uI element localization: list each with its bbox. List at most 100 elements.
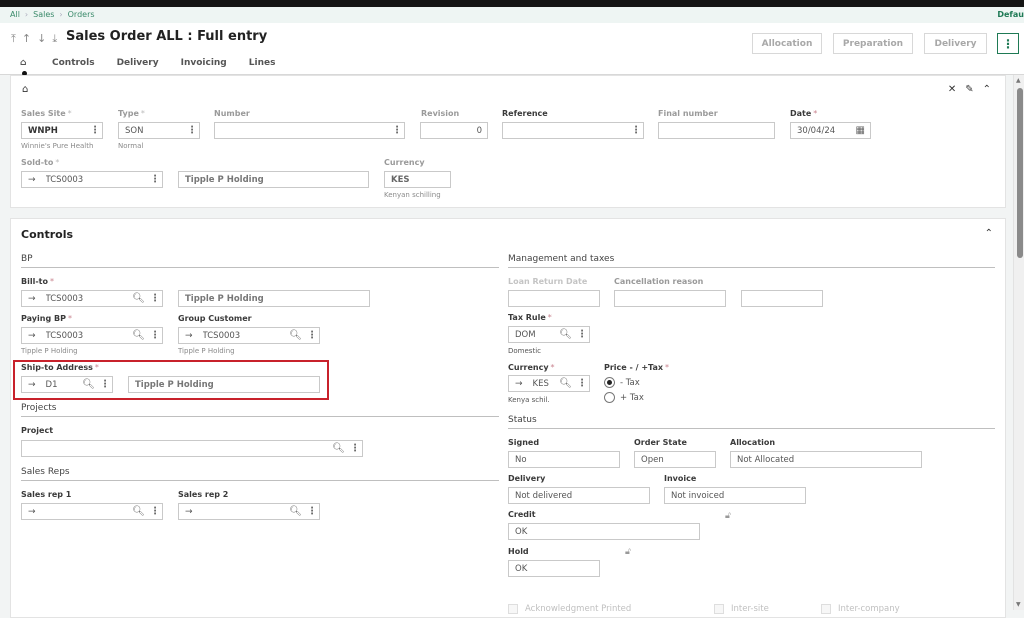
last-record-icon[interactable]: ⤓ <box>52 32 57 46</box>
collapse-icon[interactable]: ⌃ <box>983 84 991 95</box>
date-field[interactable]: 30/04/24 ▦ <box>790 122 871 139</box>
paying-bp-label: Paying BP * <box>21 314 72 323</box>
collapse-icon[interactable]: ⌃ <box>985 228 993 239</box>
more-vertical-icon[interactable]: ⋮ <box>631 125 641 136</box>
more-vertical-icon[interactable]: ⋮ <box>307 330 317 341</box>
group-customer-field[interactable]: → TCS0003 🔍︎ ⋮ <box>178 327 320 344</box>
paying-bp-field[interactable]: → TCS0003 🔍︎ ⋮ <box>21 327 163 344</box>
home-icon: ⌂ <box>22 84 29 95</box>
edit-icon[interactable]: ✎ <box>965 84 973 95</box>
more-vertical-icon[interactable]: ⋮ <box>577 378 587 389</box>
section-tabs: ⌂ Controls Delivery Invoicing Lines <box>20 58 297 76</box>
search-icon[interactable]: 🔍︎ <box>559 329 572 340</box>
default-folder-link[interactable]: Defau <box>997 10 1024 19</box>
tab-controls[interactable]: Controls <box>52 58 95 68</box>
tax-rule-description: Domestic <box>508 347 541 355</box>
arrow-right-icon[interactable]: → <box>28 507 36 517</box>
price-excl-tax-radio[interactable]: - Tax <box>604 377 640 388</box>
search-icon[interactable]: 🔍︎ <box>289 330 302 341</box>
arrow-right-icon[interactable]: → <box>185 331 193 341</box>
more-vertical-icon[interactable]: ⋮ <box>392 125 402 136</box>
arrow-right-icon[interactable]: → <box>28 175 36 185</box>
more-vertical-icon[interactable]: ⋮ <box>90 125 100 136</box>
acknowledgment-printed-checkbox[interactable]: Acknowledgment Printed <box>508 604 631 614</box>
type-field[interactable]: SON ⋮ <box>118 122 200 139</box>
project-field[interactable]: 🔍︎ ⋮ <box>21 440 363 457</box>
hold-label: Hold <box>508 547 529 556</box>
more-actions-button[interactable]: ⋮ <box>997 33 1019 54</box>
tab-lines[interactable]: Lines <box>249 58 276 68</box>
allocation-label: Allocation <box>730 438 776 447</box>
currency-field: KES <box>384 171 451 188</box>
sold-to-field[interactable]: → TCS0003 ⋮ <box>21 171 163 188</box>
scroll-down-icon[interactable]: ▼ <box>1016 601 1021 608</box>
cancellation-reason-field[interactable] <box>614 290 726 307</box>
next-record-icon[interactable]: ↓ <box>37 32 46 46</box>
scroll-up-icon[interactable]: ▲ <box>1016 77 1021 84</box>
revision-label: Revision <box>421 109 460 118</box>
search-icon[interactable]: 🔍︎ <box>289 506 302 517</box>
first-record-icon[interactable]: ⤒ <box>11 32 16 46</box>
calendar-icon[interactable]: ▦ <box>856 125 865 136</box>
tab-invoicing[interactable]: Invoicing <box>181 58 227 68</box>
invoice-status-field: Not invoiced <box>664 487 806 504</box>
search-icon[interactable]: 🔍︎ <box>559 378 572 389</box>
unlock-icon[interactable]: 🔓︎ <box>625 547 631 557</box>
tax-rule-field[interactable]: DOM 🔍︎ ⋮ <box>508 326 590 343</box>
more-vertical-icon[interactable]: ⋮ <box>307 506 317 517</box>
controls-section-title: Controls <box>21 228 74 241</box>
sales-site-field[interactable]: WNPH ⋮ <box>21 122 103 139</box>
number-field[interactable]: ⋮ <box>214 122 405 139</box>
inter-site-checkbox[interactable]: Inter-site <box>714 604 769 614</box>
scrollbar-thumb[interactable] <box>1017 88 1023 258</box>
tab-home[interactable]: ⌂ <box>20 58 30 76</box>
home-icon: ⌂ <box>20 58 27 68</box>
price-incl-tax-radio[interactable]: + Tax <box>604 392 644 403</box>
bill-to-field[interactable]: → TCS0003 🔍︎ ⋮ <box>21 290 163 307</box>
breadcrumb-orders[interactable]: Orders <box>68 10 95 19</box>
arrow-right-icon[interactable]: → <box>185 507 193 517</box>
credit-field: OK <box>508 523 700 540</box>
revision-field[interactable]: 0 <box>420 122 488 139</box>
breadcrumb-separator: › <box>24 10 29 19</box>
breadcrumb-all[interactable]: All <box>10 10 20 19</box>
final-number-field[interactable] <box>658 122 775 139</box>
previous-record-icon[interactable]: ↑ <box>22 32 31 46</box>
vertical-scrollbar[interactable]: ▲ ▼ <box>1013 75 1024 610</box>
more-vertical-icon[interactable]: ⋮ <box>150 174 160 185</box>
arrow-right-icon[interactable]: → <box>28 331 36 341</box>
breadcrumb-sales[interactable]: Sales <box>33 10 54 19</box>
more-vertical-icon[interactable]: ⋮ <box>187 125 197 136</box>
bill-to-label: Bill-to * <box>21 277 54 286</box>
allocation-field: Not Allocated <box>730 451 922 468</box>
more-vertical-icon[interactable]: ⋮ <box>350 443 360 454</box>
arrow-right-icon[interactable]: → <box>28 294 36 304</box>
inter-company-checkbox[interactable]: Inter-company <box>821 604 900 614</box>
order-state-label: Order State <box>634 438 687 447</box>
tab-delivery[interactable]: Delivery <box>117 58 159 68</box>
search-icon[interactable]: 🔍︎ <box>132 330 145 341</box>
invoice-label: Invoice <box>664 474 697 483</box>
sold-to-label: Sold-to * <box>21 158 60 167</box>
unlock-icon[interactable]: 🔓︎ <box>725 511 731 521</box>
sales-rep1-field[interactable]: → 🔍︎ ⋮ <box>21 503 163 520</box>
delivery-button[interactable]: Delivery <box>924 33 987 54</box>
sales-rep2-field[interactable]: → 🔍︎ ⋮ <box>178 503 320 520</box>
more-vertical-icon[interactable]: ⋮ <box>150 506 160 517</box>
search-icon[interactable]: 🔍︎ <box>332 443 345 454</box>
sold-to-name-field: Tipple P Holding <box>178 171 369 188</box>
more-vertical-icon[interactable]: ⋮ <box>150 330 160 341</box>
currency-label: Currency <box>384 158 425 167</box>
more-vertical-icon[interactable]: ⋮ <box>577 329 587 340</box>
loan-return-date-field[interactable] <box>508 290 600 307</box>
allocation-button[interactable]: Allocation <box>752 33 822 54</box>
more-vertical-icon[interactable]: ⋮ <box>150 293 160 304</box>
currency-field[interactable]: → KES 🔍︎ ⋮ <box>508 375 590 392</box>
arrow-right-icon[interactable]: → <box>515 379 523 389</box>
pin-icon[interactable]: ✕ <box>948 84 956 95</box>
search-icon[interactable]: 🔍︎ <box>132 506 145 517</box>
checkbox-label: Inter-site <box>731 604 769 614</box>
preparation-button[interactable]: Preparation <box>833 33 913 54</box>
reference-field[interactable]: ⋮ <box>502 122 644 139</box>
search-icon[interactable]: 🔍︎ <box>132 293 145 304</box>
